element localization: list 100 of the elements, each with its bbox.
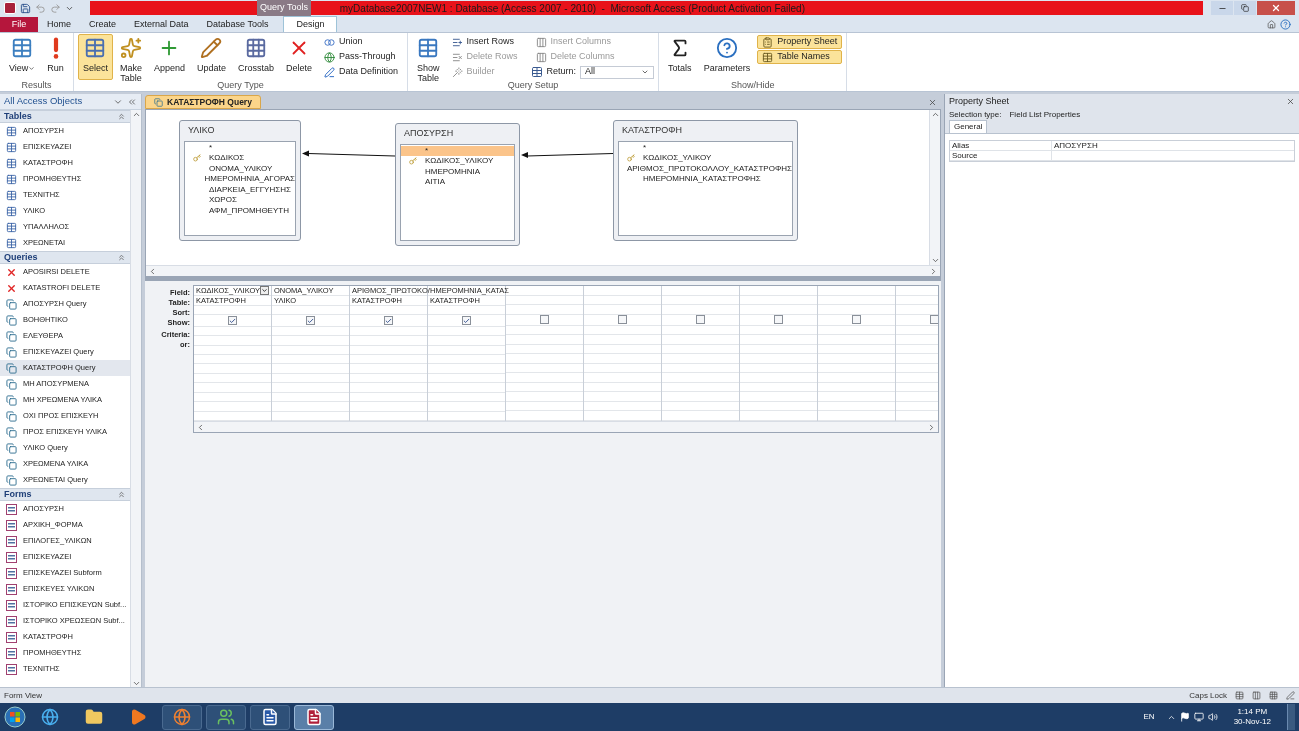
clock-date[interactable]: 30-Nov-12 — [1233, 717, 1271, 727]
section-header[interactable]: Queries — [0, 251, 130, 264]
start-icon[interactable] — [4, 706, 26, 728]
scroll-up-icon[interactable] — [131, 110, 141, 119]
field-item[interactable]: ΚΩΔΙΚΟΣ_ΥΛΙΚΟΥ — [401, 156, 514, 167]
document-tab[interactable]: ΚΑΤΑΣΤΡΟΦΗ Query — [145, 95, 261, 109]
ribbon-tab[interactable]: Home — [38, 17, 80, 32]
ribbon-button[interactable]: View — [4, 34, 41, 80]
app-icon[interactable] — [4, 2, 16, 14]
ribbon-button[interactable]: Show Table — [412, 34, 445, 80]
redo-icon[interactable] — [50, 2, 61, 14]
ribbon-button[interactable]: Pass-Through — [319, 50, 404, 64]
ribbon-button[interactable]: Property Sheet — [757, 35, 843, 49]
collapse-section-icon[interactable] — [117, 253, 126, 262]
scrollbar[interactable] — [194, 421, 938, 432]
help-icon[interactable] — [1280, 19, 1291, 30]
network-icon[interactable] — [1193, 712, 1204, 722]
ribbon-button[interactable]: Append — [148, 34, 190, 80]
field-item[interactable]: ΗΜΕΡΟΜΗΝΙΑ_ΑΓΟΡΑΣ — [185, 174, 295, 185]
scrollbar[interactable] — [146, 265, 940, 276]
collapse-section-icon[interactable] — [117, 490, 126, 499]
show-checkbox[interactable] — [696, 315, 705, 325]
save-icon[interactable] — [20, 2, 31, 14]
section-header[interactable]: Tables — [0, 110, 130, 123]
show-checkbox[interactable] — [228, 316, 237, 326]
ribbon-tab[interactable]: Create — [80, 17, 126, 32]
view-icon[interactable] — [1252, 691, 1261, 700]
view-icon[interactable] — [1269, 691, 1278, 700]
field-item[interactable]: * — [401, 145, 514, 156]
ribbon-button[interactable]: Select — [77, 34, 113, 80]
show-checkbox[interactable] — [306, 316, 315, 326]
field-item[interactable]: ΧΩΡΟΣ — [185, 195, 295, 206]
field-item[interactable]: ΗΜΕΡΟΜΗΝΙΑ — [401, 166, 514, 177]
access-taskbar-icon[interactable] — [294, 704, 334, 730]
collapse-icon[interactable] — [127, 96, 137, 107]
field-item[interactable]: ΚΩΔΙΚΟΣ — [185, 153, 295, 164]
scroll-right-icon[interactable] — [927, 422, 936, 432]
show-checkbox[interactable] — [384, 316, 393, 326]
ribbon-tab[interactable]: Design — [283, 16, 338, 32]
show-checkbox[interactable] — [774, 315, 783, 325]
property-tab[interactable]: General — [949, 120, 988, 133]
property-value[interactable]: ΑΠΟΣΥΡΣΗ — [1052, 141, 1294, 150]
show-checkbox[interactable] — [852, 315, 861, 325]
view-icon[interactable] — [1235, 691, 1244, 700]
restore-button[interactable] — [1234, 1, 1256, 15]
ribbon-button[interactable]: Run — [42, 34, 69, 80]
show-checkbox[interactable] — [618, 315, 627, 325]
scroll-left-icon[interactable] — [148, 266, 157, 276]
clock-time[interactable]: 1:14 PM — [1237, 707, 1268, 717]
ribbon-button[interactable]: Data Definition — [319, 65, 404, 79]
language-indicator[interactable]: EN — [1143, 711, 1155, 723]
show-checkbox[interactable] — [540, 315, 549, 325]
close-icon[interactable] — [1286, 97, 1295, 106]
return-dropdown[interactable]: All — [580, 65, 655, 79]
ribbon-button[interactable]: Parameters — [698, 34, 756, 80]
field-item[interactable]: ΔΙΑΡΚΕΙΑ_ΕΓΓΥΗΣΗΣ — [185, 184, 295, 195]
field-item[interactable]: * — [619, 142, 792, 153]
close-button[interactable] — [1257, 1, 1295, 15]
flag-icon[interactable] — [1179, 712, 1190, 722]
people-taskbar-icon[interactable] — [206, 704, 246, 730]
ribbon-button[interactable]: Union — [319, 35, 404, 49]
field-list[interactable]: ΑΠΟΣΥΡΣΗ * ΚΩΔΙΚΟΣ_ΥΛΙΚΟΥ ΗΜΕΡΟΜΗΝΙΑ ΑΙΤΙΑ — [395, 123, 520, 246]
field-list[interactable]: ΥΛΙΚΟ * ΚΩΔΙΚΟΣ ΟΝΟΜΑ_ΥΛΙΚΟΥ ΗΜΕΡΟΜΗΝΙΑ_ΑΓΟΡΑΣ ΔΙΑΡΚΕΙΑ_ΕΓΓΥΗΣΗΣ ΧΩΡΟΣ ΑΦΜ_ΠΡΟΜΗΘΕΥΤΗ — [179, 120, 301, 241]
field-item[interactable]: * — [185, 142, 295, 153]
show-desktop-button[interactable] — [1287, 704, 1295, 730]
scroll-left-icon[interactable] — [196, 422, 205, 432]
ribbon-button[interactable]: Crosstab — [232, 34, 279, 80]
field-item[interactable]: ΗΜΕΡΟΜΗΝΙΑ_ΚΑΤΑΣΤΡΟΦΗΣ — [619, 174, 792, 185]
ribbon-tab[interactable]: File — [0, 17, 38, 32]
show-checkbox[interactable] — [462, 316, 471, 326]
firefox-taskbar-icon[interactable] — [162, 704, 202, 730]
scrollbar[interactable] — [929, 110, 940, 265]
ribbon-button[interactable]: Totals — [663, 34, 697, 80]
design-view-icon[interactable] — [1286, 691, 1295, 700]
ribbon-button[interactable]: Make Table — [114, 34, 147, 80]
show-checkbox[interactable] — [930, 315, 938, 325]
word-taskbar-icon[interactable] — [250, 704, 290, 730]
close-icon[interactable] — [928, 98, 937, 107]
ribbon-button[interactable]: Delete — [281, 34, 317, 80]
ribbon-tab[interactable]: Database Tools — [197, 17, 278, 32]
ribbon-button[interactable]: Insert Rows — [446, 35, 523, 49]
field-item[interactable]: ΑΦΜ_ΠΡΟΜΗΘΕΥΤΗ — [185, 205, 295, 216]
dropdown-icon[interactable] — [260, 286, 269, 295]
field-item[interactable]: ΑΡΙΘΜΟΣ_ΠΡΩΤΟΚΟΛΛΟΥ_ΚΑΤΑΣΤΡΟΦΗΣ — [619, 163, 792, 174]
scrollbar[interactable] — [130, 110, 141, 688]
field-list[interactable]: ΚΑΤΑΣΤΡΟΦΗ * ΚΩΔΙΚΟΣ_ΥΛΙΚΟΥ ΑΡΙΘΜΟΣ_ΠΡΩΤΟΚΟΛΛΟΥ_ΚΑΤΑΣΤΡΟΦΗΣ ΗΜΕΡΟΜΗΝΙΑ_ΚΑΤΑΣΤΡΟΦΗΣ — [613, 120, 798, 241]
scroll-down-icon[interactable] — [930, 256, 940, 265]
minimize-button[interactable] — [1211, 1, 1233, 15]
field-item[interactable]: ΟΝΟΜΑ_ΥΛΙΚΟΥ — [185, 163, 295, 174]
ribbon-tab[interactable]: External Data — [125, 17, 198, 32]
scroll-up-icon[interactable] — [930, 110, 940, 119]
field-item[interactable]: ΚΩΔΙΚΟΣ_ΥΛΙΚΟΥ — [619, 153, 792, 164]
ribbon-button[interactable]: Update — [191, 34, 231, 80]
scroll-down-icon[interactable] — [131, 679, 141, 688]
section-header[interactable]: Forms — [0, 488, 130, 501]
scroll-right-icon[interactable] — [929, 266, 938, 276]
ribbon-button[interactable]: Table Names — [757, 50, 843, 64]
field-item[interactable]: ΑΙΤΙΑ — [401, 177, 514, 188]
collapse-section-icon[interactable] — [117, 112, 126, 121]
volume-icon[interactable] — [1207, 712, 1218, 722]
